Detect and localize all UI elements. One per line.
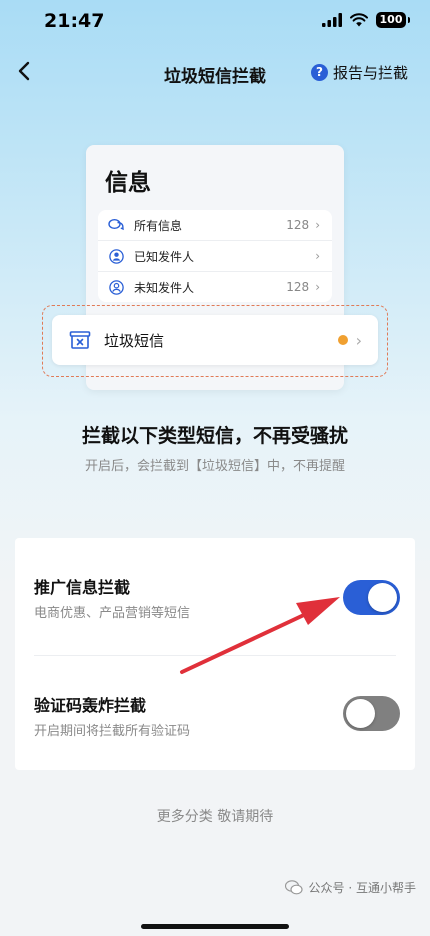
chevron-right-icon: › (355, 330, 362, 350)
report-and-block-button[interactable]: ? 报告与拦截 (310, 62, 408, 83)
list-item-unknown-senders: 未知发件人 128 › (98, 272, 332, 302)
row-count: 128 (286, 218, 310, 232)
wifi-icon (350, 13, 368, 27)
chevron-right-icon: › (315, 280, 320, 294)
setting-description: 开启期间将拦截所有验证码 (34, 724, 191, 739)
spam-box-icon (68, 328, 92, 352)
row-label: 已知发件人 (134, 249, 195, 264)
watermark-text: 公众号 · 互通小帮手 (308, 881, 416, 895)
nav-bar: 垃圾短信拦截 ? 报告与拦截 (0, 52, 430, 92)
divider (34, 655, 396, 656)
section-subline: 开启后，会拦截到【垃圾短信】中，不再提醒 (84, 459, 345, 474)
status-time: 21:47 (44, 10, 105, 32)
code-bomb-block-toggle[interactable] (343, 696, 400, 731)
wechat-icon (284, 880, 303, 895)
chevron-left-icon (18, 61, 30, 81)
setting-title: 验证码轰炸拦截 (34, 696, 147, 715)
row-count: 128 (286, 280, 310, 294)
home-indicator (141, 924, 289, 929)
row-label: 所有信息 (134, 218, 183, 233)
illustration-title: 信息 (105, 170, 151, 196)
more-categories-text: 更多分类 敬请期待 (156, 809, 274, 825)
known-person-icon (108, 248, 124, 264)
chevron-right-icon: › (315, 218, 320, 232)
report-label: 报告与拦截 (332, 64, 408, 82)
settings-card: 推广信息拦截 电商优惠、产品营销等短信 验证码轰炸拦截 开启期间将拦截所有验证码 (15, 538, 415, 770)
battery-icon: 100 (376, 12, 410, 28)
signal-icon (322, 13, 342, 27)
setting-title: 推广信息拦截 (34, 578, 131, 597)
chat-bubbles-icon (108, 217, 124, 233)
row-label: 未知发件人 (134, 280, 195, 295)
list-item-known-senders: 已知发件人 › (98, 241, 332, 272)
back-button[interactable] (10, 56, 38, 86)
unread-dot (337, 335, 348, 345)
promo-block-toggle[interactable] (343, 580, 400, 615)
spam-label: 垃圾短信 (104, 331, 165, 350)
status-bar: 21:47 100 (0, 0, 430, 44)
setting-code-bomb-block: 验证码轰炸拦截 开启期间将拦截所有验证码 (15, 680, 415, 780)
setting-description: 电商优惠、产品营销等短信 (34, 606, 191, 621)
chevron-right-icon: › (315, 249, 320, 263)
inbox-list: 所有信息 128 › 已知发件人 › 未知发件人 128 › (98, 210, 332, 302)
status-icons: 100 (322, 12, 410, 28)
setting-promo-block: 推广信息拦截 电商优惠、产品营销等短信 (15, 562, 415, 662)
toggle-knob (368, 583, 397, 612)
section-headline: 拦截以下类型短信，不再受骚扰 (81, 425, 348, 447)
unknown-person-icon (108, 279, 124, 295)
spam-folder-row: 垃圾短信 › (52, 315, 378, 365)
help-icon: ? (310, 64, 328, 81)
toggle-knob (346, 699, 375, 728)
list-item-all-messages: 所有信息 128 › (98, 210, 332, 241)
watermark: 公众号 · 互通小帮手 (284, 879, 416, 896)
